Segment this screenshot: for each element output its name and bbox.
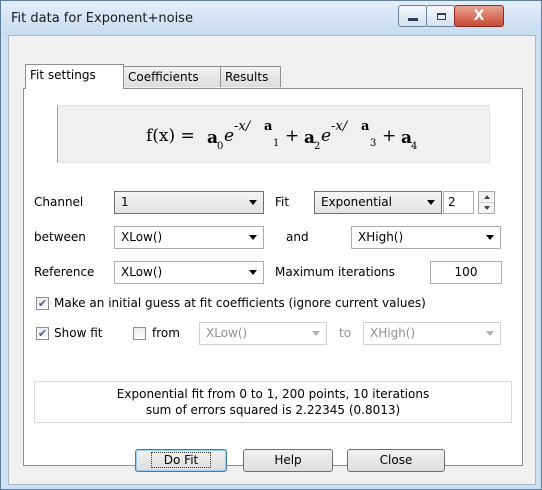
and-label: and — [286, 230, 309, 244]
between-value: XLow() — [121, 230, 163, 244]
max-iterations-value: 100 — [454, 265, 478, 279]
chevron-down-icon — [486, 235, 494, 240]
status-line-2: sum of errors squared is 2.22345 (0.8013… — [145, 403, 401, 417]
close-window-button[interactable]: X — [454, 5, 504, 27]
reference-select[interactable]: XLow() — [114, 261, 264, 284]
fit-type-select[interactable]: Exponential — [314, 191, 442, 214]
formula-sub2: 2 — [314, 141, 320, 152]
formula-plus2: + — [382, 126, 396, 146]
tab-results[interactable]: Results — [220, 66, 281, 87]
formula-lhs: f(x) = — [146, 126, 195, 146]
formula-sub0: 0 — [217, 141, 223, 152]
show-fit-label[interactable]: Show fit — [54, 326, 102, 340]
tab-coefficients[interactable]: Coefficients — [123, 66, 221, 87]
reference-value: XLow() — [121, 265, 163, 279]
close-icon: X — [473, 8, 485, 24]
chevron-down-icon — [486, 331, 494, 336]
initial-guess-label[interactable]: Make an initial guess at fit coefficient… — [54, 296, 426, 310]
chevron-down-icon — [249, 235, 257, 240]
fit-order-value: 2 — [448, 195, 456, 209]
spin-up-button[interactable] — [479, 192, 494, 203]
chevron-down-icon — [249, 200, 257, 205]
initial-guess-checkbox[interactable]: ✔ — [36, 297, 49, 310]
from-select[interactable]: XLow() — [199, 322, 327, 345]
formula-svg: f(x) = a 0 e -x/ a 1 + a 2 e -x/ a 3 + a — [146, 119, 417, 152]
formula-exp2-a: a — [361, 119, 370, 134]
chevron-down-icon — [249, 270, 257, 275]
formula-exp1: -x/ — [234, 119, 252, 134]
formula-sub4: 4 — [411, 141, 417, 152]
chevron-down-icon — [312, 331, 320, 336]
arrow-up-icon — [483, 195, 490, 199]
formula-plus1: + — [285, 126, 299, 146]
fit-order-spinner[interactable] — [478, 191, 495, 214]
chevron-down-icon — [427, 200, 435, 205]
from-value: XLow() — [206, 326, 248, 340]
maximize-icon — [436, 12, 446, 20]
and-value: XHigh() — [358, 230, 404, 244]
formula-exp2: -x/ — [331, 119, 349, 134]
max-iterations-input[interactable]: 100 — [430, 261, 502, 284]
from-label[interactable]: from — [152, 326, 180, 340]
checkmark-icon: ✔ — [37, 297, 48, 310]
between-label: between — [34, 230, 86, 244]
fit-type-value: Exponential — [321, 195, 392, 209]
dialog-window: Fit data for Exponent+noise X Fit settin… — [0, 0, 542, 490]
reference-label: Reference — [34, 265, 95, 279]
status-line-1: Exponential fit from 0 to 1, 200 points,… — [116, 387, 430, 401]
channel-label: Channel — [34, 195, 84, 209]
fit-label: Fit — [275, 195, 290, 209]
window-title: Fit data for Exponent+noise — [11, 11, 193, 26]
close-button[interactable]: Close — [347, 449, 445, 472]
minimize-icon — [408, 18, 418, 21]
spin-down-button[interactable] — [479, 203, 494, 213]
formula-display: f(x) = a 0 e -x/ a 1 + a 2 e -x/ a 3 + a — [57, 105, 490, 163]
fit-settings-panel: f(x) = a 0 e -x/ a 1 + a 2 e -x/ a 3 + a — [23, 88, 523, 466]
max-iterations-label: Maximum iterations — [275, 265, 395, 279]
formula-e1: e — [224, 126, 234, 146]
maximize-button[interactable] — [426, 5, 456, 27]
arrow-down-icon — [483, 206, 490, 210]
from-checkbox[interactable] — [133, 327, 146, 340]
checkmark-icon: ✔ — [37, 327, 48, 340]
fit-order-input[interactable]: 2 — [443, 191, 474, 214]
and-select[interactable]: XHigh() — [351, 226, 501, 249]
to-value: XHigh() — [370, 326, 416, 340]
show-fit-checkbox[interactable]: ✔ — [36, 327, 49, 340]
to-label: to — [339, 326, 352, 340]
to-select[interactable]: XHigh() — [363, 322, 501, 345]
title-bar[interactable]: Fit data for Exponent+noise X — [1, 1, 541, 35]
dialog-client-area: Fit settings Coefficients Results f(x) =… — [8, 35, 536, 485]
channel-select[interactable]: 1 — [114, 191, 264, 214]
do-fit-button[interactable]: Do Fit — [135, 449, 227, 472]
formula-exp1-a: a — [264, 119, 273, 134]
formula-e2: e — [321, 126, 331, 146]
formula-sub1: 1 — [273, 138, 279, 149]
minimize-button[interactable] — [398, 5, 428, 27]
do-fit-label: Do Fit — [150, 452, 212, 468]
help-button[interactable]: Help — [243, 449, 333, 472]
channel-value: 1 — [121, 195, 129, 209]
tab-fit-settings[interactable]: Fit settings — [25, 64, 124, 89]
between-select[interactable]: XLow() — [114, 226, 264, 249]
fit-status-box: Exponential fit from 0 to 1, 200 points,… — [34, 381, 512, 423]
formula-sub3: 3 — [370, 138, 376, 149]
